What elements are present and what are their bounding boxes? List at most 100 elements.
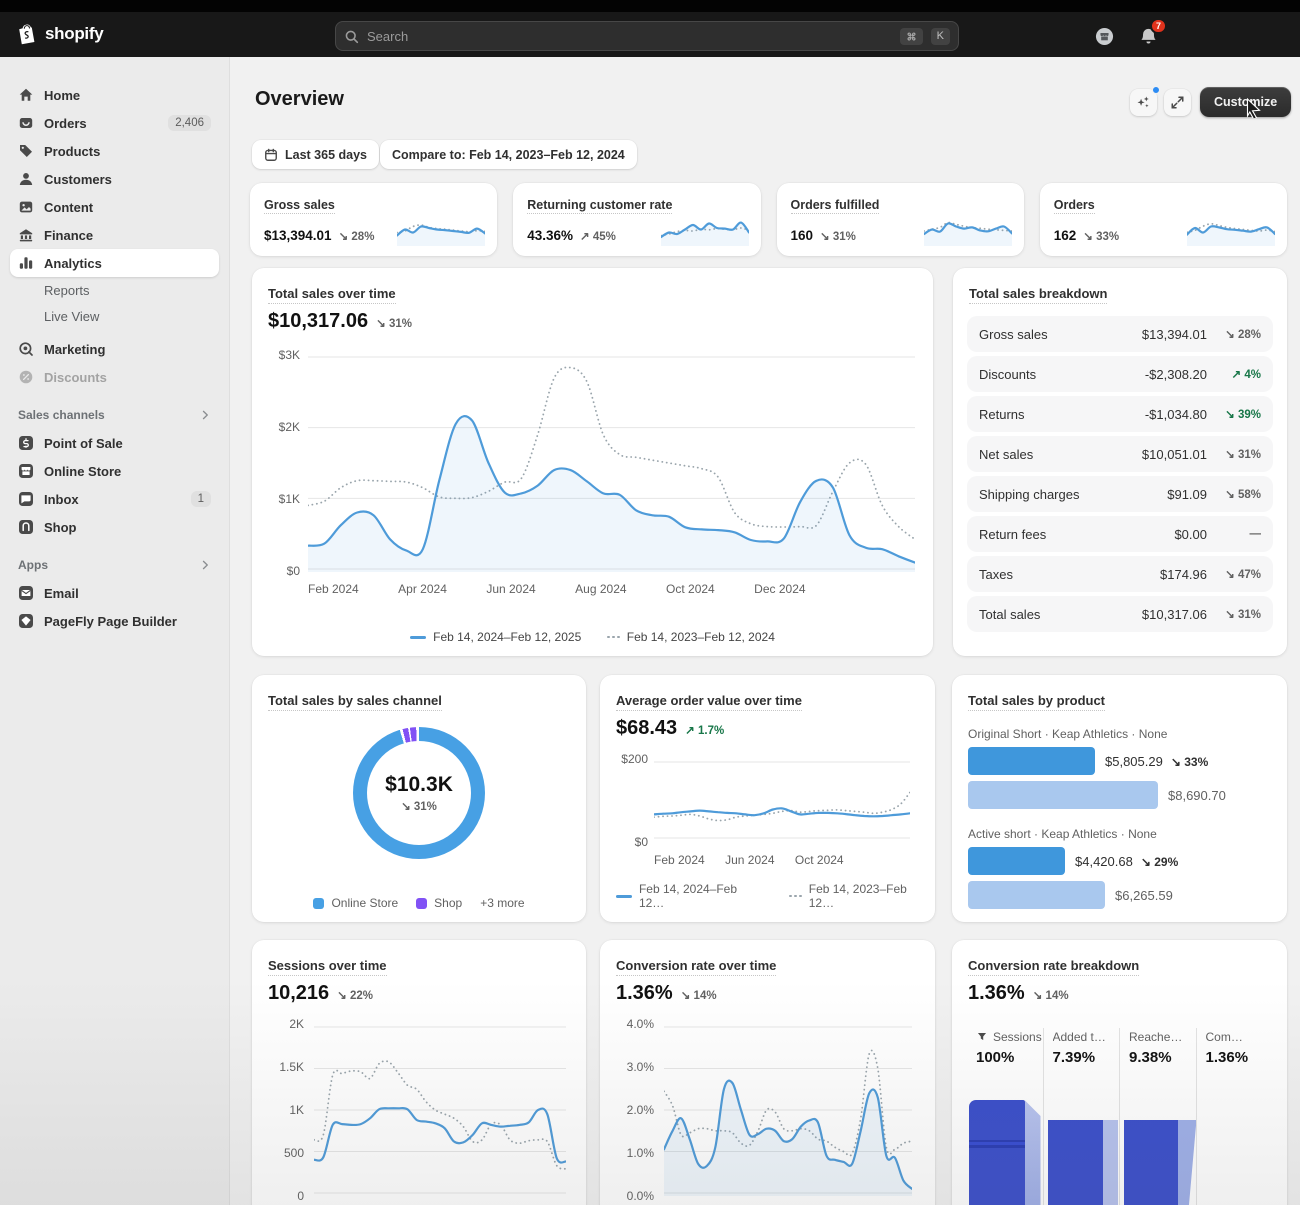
sidebar-item-live-view[interactable]: Live View (10, 303, 219, 329)
kpi-title: Orders fulfilled (791, 198, 880, 214)
step-percent: 7.39% (1053, 1049, 1120, 1066)
kpi-value: 160 (791, 228, 814, 243)
content-icon (18, 199, 34, 215)
sidebar-item-discounts[interactable]: Discounts (10, 363, 219, 391)
store-avatar-button[interactable] (1090, 22, 1118, 50)
pos-icon (18, 435, 34, 451)
row-label: Taxes (979, 567, 1160, 582)
sessions-value: 10,216 (268, 982, 329, 1005)
sidebar-item-label: PageFly Page Builder (44, 614, 177, 629)
brand-name: shopify (45, 24, 103, 44)
y-axis-tick: 1.5K (279, 1060, 304, 1074)
date-range-picker[interactable]: Last 365 days (252, 140, 379, 169)
sidebar-item-online-store[interactable]: Online Store (10, 457, 219, 485)
sidebar-item-label: Customers (44, 172, 112, 187)
sparkle-insights-icon (1136, 95, 1151, 110)
expand-button[interactable] (1164, 89, 1191, 116)
donut-legend: Online StoreShop+3 more (252, 896, 586, 910)
step-name: Reache… (1129, 1030, 1182, 1044)
card-title[interactable]: Conversion rate breakdown (968, 958, 1139, 973)
conversion-line-chart (664, 1024, 912, 1196)
row-value: $91.09 (1167, 487, 1207, 502)
card-title[interactable]: Average order value over time (616, 693, 802, 708)
card-title[interactable]: Total sales over time (268, 286, 396, 301)
donut-center-value: $10.3K (385, 773, 453, 797)
sidebar-item-pagefly-page-builder[interactable]: PageFly Page Builder (10, 607, 219, 635)
funnel-bar (969, 1100, 1025, 1205)
sidebar-item-products[interactable]: Products (10, 137, 219, 165)
sidebar-section-apps[interactable]: Apps (18, 555, 211, 575)
sidebar-item-home[interactable]: Home (10, 81, 219, 109)
kpi-delta: ↘ 31% (820, 229, 856, 243)
notification-count-badge: 7 (1150, 18, 1167, 34)
y-axis: $3K$2K$1K$0 (260, 348, 300, 578)
notifications-button[interactable]: 7 (1134, 22, 1162, 50)
sidebar-item-label: Finance (44, 228, 93, 243)
chevron-right-icon (199, 409, 211, 421)
sidebar-item-orders[interactable]: Orders2,406 (10, 109, 219, 137)
global-search[interactable]: K (335, 21, 959, 51)
y-axis-tick: 2K (289, 1017, 304, 1031)
sidebar-item-label: Point of Sale (44, 436, 123, 451)
search-input[interactable] (367, 29, 892, 44)
funnel-delta: ↘ 14% (1033, 988, 1069, 1002)
inbox-icon (18, 491, 34, 507)
shop-icon (18, 519, 34, 535)
kpi-card-returning-customer-rate[interactable]: Returning customer rate43.36%↗ 45% (513, 183, 760, 256)
y-axis-tick: $0 (635, 835, 648, 849)
sidebar-item-shop[interactable]: Shop (10, 513, 219, 541)
x-axis-tick: Apr 2024 (398, 582, 447, 596)
card-title[interactable]: Total sales by sales channel (268, 693, 442, 708)
legend-label: Shop (434, 896, 462, 910)
legend-item: Feb 14, 2024–Feb 12, 2025 (410, 630, 581, 644)
compare-picker[interactable]: Compare to: Feb 14, 2023–Feb 12, 2024 (380, 140, 637, 169)
shopify-logo[interactable]: shopify (15, 22, 103, 46)
y-axis-tick: 0 (297, 1189, 304, 1203)
kpi-card-gross-sales[interactable]: Gross sales$13,394.01↘ 28% (250, 183, 497, 256)
sidebar-item-analytics[interactable]: Analytics (10, 249, 219, 277)
marketing-icon (18, 341, 34, 357)
aov-value: $68.43 (616, 717, 677, 740)
sales-by-product-card: Total sales by product Original Short · … (952, 675, 1287, 922)
sidebar-item-marketing[interactable]: Marketing (10, 335, 219, 363)
x-axis-tick: Oct 2024 (795, 853, 844, 867)
product-bar-row: $6,265.59 (968, 881, 1275, 909)
total-sales-breakdown-card: Total sales breakdown Gross sales$13,394… (953, 268, 1287, 656)
products-icon (18, 143, 34, 159)
bar-value: $6,265.59 (1115, 888, 1173, 903)
sidebar-item-customers[interactable]: Customers (10, 165, 219, 193)
insights-button[interactable] (1130, 89, 1157, 116)
sidebar-item-label: Content (44, 200, 93, 215)
sidebar-item-point-of-sale[interactable]: Point of Sale (10, 429, 219, 457)
kpi-sparkline (661, 216, 749, 246)
sidebar-item-inbox[interactable]: Inbox1 (10, 485, 219, 513)
sidebar-item-email[interactable]: Email (10, 579, 219, 607)
y-axis-tick: $200 (621, 752, 648, 766)
card-title[interactable]: Conversion rate over time (616, 958, 776, 973)
sidebar-item-reports[interactable]: Reports (10, 277, 219, 303)
y-axis-tick: 0.0% (627, 1189, 654, 1203)
chart-legend: Feb 14, 2024–Feb 12, 2025 Feb 14, 2023–Fe… (252, 630, 933, 644)
kpi-card-orders-fulfilled[interactable]: Orders fulfilled 160 ↘ 31% (777, 183, 1024, 256)
x-axis-tick: Feb 2024 (654, 853, 705, 867)
bar-delta: ↘ 33% (1171, 755, 1208, 769)
product-bar-row: $5,805.29↘ 33% (968, 747, 1275, 775)
sidebar-item-finance[interactable]: Finance (10, 221, 219, 249)
sidebar-item-content[interactable]: Content (10, 193, 219, 221)
sidebar-section-sales-channels[interactable]: Sales channels (18, 405, 211, 425)
sidebar-item-label: Home (44, 88, 80, 103)
card-title[interactable]: Sessions over time (268, 958, 387, 973)
card-title[interactable]: Total sales by product (968, 693, 1105, 708)
legend-line-swatch (616, 895, 632, 898)
funnel-icon (976, 1031, 988, 1043)
kpi-value: 43.36% (527, 228, 573, 243)
card-title[interactable]: Total sales breakdown (969, 286, 1107, 301)
legend-label: Feb 14, 2023–Feb 12, 2024 (627, 630, 775, 644)
mouse-cursor (1246, 98, 1263, 118)
kpi-card-orders[interactable]: Orders162↘ 33% (1040, 183, 1287, 256)
kpi-value: 162 (1054, 228, 1077, 243)
sidebar-item-label: Live View (44, 309, 99, 324)
sidebar-item-label: Discounts (44, 370, 107, 385)
funnel-step-label: Reache… (1129, 1030, 1196, 1044)
funnel-bar (1048, 1120, 1104, 1205)
